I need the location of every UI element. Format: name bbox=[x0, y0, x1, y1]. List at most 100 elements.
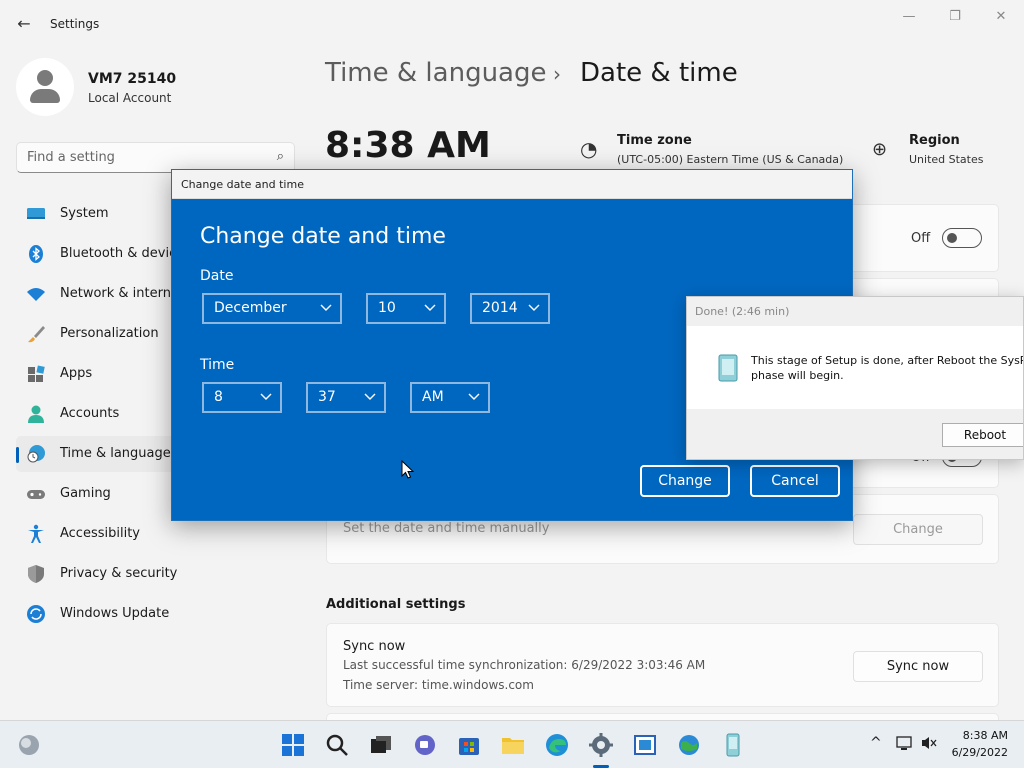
monitor-icon bbox=[27, 208, 45, 219]
page-title: Date & time bbox=[580, 58, 738, 88]
file-explorer-icon[interactable] bbox=[499, 731, 527, 759]
network-status-icon[interactable] bbox=[896, 735, 914, 751]
tray-chevron-icon[interactable]: ^ bbox=[870, 735, 882, 751]
chevron-down-icon bbox=[364, 393, 376, 400]
chat-icon[interactable] bbox=[411, 731, 439, 759]
brush-icon bbox=[28, 326, 45, 343]
setup-app-icon[interactable] bbox=[719, 731, 747, 759]
taskbar-clock-date[interactable]: 6/29/2022 bbox=[952, 746, 1008, 759]
ampm-dropdown[interactable]: AM bbox=[410, 382, 490, 413]
shield-icon bbox=[28, 565, 44, 583]
hour-value: 8 bbox=[214, 389, 223, 405]
setup-icon bbox=[718, 354, 738, 382]
avatar-head bbox=[37, 70, 53, 86]
sync-last-time: Last successful time synchronization: 6/… bbox=[343, 658, 706, 672]
clock-globe-icon bbox=[27, 445, 45, 463]
back-button[interactable]: ← bbox=[12, 12, 36, 36]
sidebar-item-label: Privacy & security bbox=[60, 566, 178, 581]
ampm-value: AM bbox=[422, 389, 444, 405]
maximize-button[interactable]: ❐ bbox=[932, 6, 978, 28]
taskbar-clock-time[interactable]: 8:38 AM bbox=[963, 729, 1008, 742]
chevron-down-icon bbox=[260, 393, 272, 400]
month-value: December bbox=[214, 300, 287, 316]
taskbar: ^ 8:38 AM 6/29/2022 bbox=[0, 720, 1024, 768]
change-button[interactable]: Change bbox=[640, 465, 730, 497]
sync-time-server: Time server: time.windows.com bbox=[343, 678, 534, 692]
sidebar-item-windows-update[interactable]: Windows Update bbox=[16, 596, 295, 632]
cancel-button[interactable]: Cancel bbox=[750, 465, 840, 497]
edge-icon[interactable] bbox=[543, 731, 571, 759]
breadcrumb-parent[interactable]: Time & language bbox=[325, 58, 546, 88]
sidebar-item-label: Time & language bbox=[60, 446, 171, 461]
bluetooth-icon bbox=[29, 245, 43, 263]
title-bar: ← Settings — ❐ ✕ bbox=[0, 0, 1024, 48]
search-icon[interactable] bbox=[323, 731, 351, 759]
year-dropdown[interactable]: 2014 bbox=[470, 293, 550, 324]
hour-dropdown[interactable]: 8 bbox=[202, 382, 282, 413]
date-label: Date bbox=[200, 268, 234, 284]
accessibility-icon bbox=[28, 524, 44, 543]
timezone-icon: ◔ bbox=[580, 137, 598, 161]
timezone-value: (UTC-05:00) Eastern Time (US & Canada) bbox=[617, 153, 844, 166]
popup-title: Done! (2:46 min) bbox=[695, 305, 790, 318]
sidebar-item-accessibility[interactable]: Accessibility bbox=[16, 516, 295, 552]
chevron-down-icon bbox=[468, 393, 480, 400]
reboot-button[interactable]: Reboot bbox=[942, 423, 1023, 447]
minimize-button[interactable]: — bbox=[886, 6, 932, 28]
popup-message: This stage of Setup is done, after Reboo… bbox=[751, 354, 1024, 382]
chevron-down-icon bbox=[528, 304, 540, 311]
sidebar-item-label: Windows Update bbox=[60, 606, 170, 621]
chevron-down-icon bbox=[320, 304, 332, 311]
month-dropdown[interactable]: December bbox=[202, 293, 342, 324]
year-value: 2014 bbox=[482, 300, 518, 316]
auto-time-toggle[interactable] bbox=[942, 228, 982, 248]
person-icon bbox=[28, 405, 44, 423]
globe-icon: ⊕ bbox=[872, 139, 888, 160]
sync-now-button[interactable]: Sync now bbox=[853, 651, 983, 682]
weather-icon[interactable] bbox=[15, 731, 43, 759]
app-title: Settings bbox=[50, 17, 100, 31]
update-icon bbox=[27, 605, 45, 623]
time-label: Time bbox=[200, 357, 235, 373]
minute-dropdown[interactable]: 37 bbox=[306, 382, 386, 413]
settings-gear-icon[interactable] bbox=[587, 731, 615, 759]
sidebar-item-label: Personalization bbox=[60, 326, 159, 341]
day-dropdown[interactable]: 10 bbox=[366, 293, 446, 324]
manual-time-label: Set the date and time manually bbox=[343, 521, 550, 536]
apps-icon bbox=[28, 365, 45, 382]
sidebar-item-label: Accessibility bbox=[60, 526, 140, 541]
gamepad-icon bbox=[27, 490, 45, 499]
start-icon[interactable] bbox=[279, 731, 307, 759]
account-type: Local Account bbox=[88, 91, 172, 105]
dialog-window-title: Change date and time bbox=[181, 178, 304, 191]
sidebar-item-label: Network & internet bbox=[60, 286, 185, 301]
account-name: VM7 25140 bbox=[88, 71, 177, 87]
day-value: 10 bbox=[378, 300, 396, 316]
wifi-icon bbox=[27, 288, 45, 301]
minute-value: 37 bbox=[318, 389, 336, 405]
sidebar-item-label: Apps bbox=[60, 366, 93, 381]
toggle-state-label: Off bbox=[911, 231, 931, 246]
mouse-cursor-icon bbox=[401, 460, 415, 479]
popup-title-bar[interactable]: Done! (2:46 min) bbox=[687, 297, 1023, 326]
search-icon: ⌕ bbox=[276, 149, 284, 164]
sidebar-item-privacy[interactable]: Privacy & security bbox=[16, 556, 295, 592]
close-button[interactable]: ✕ bbox=[978, 6, 1024, 28]
change-time-button[interactable]: Change bbox=[853, 514, 983, 545]
region-value: United States bbox=[909, 153, 984, 166]
sidebar-item-label: System bbox=[60, 206, 109, 221]
dialog-title-bar[interactable]: Change date and time bbox=[172, 170, 852, 199]
task-view-icon[interactable] bbox=[367, 731, 395, 759]
window-app-icon[interactable] bbox=[631, 731, 659, 759]
network-globe-icon[interactable] bbox=[675, 731, 703, 759]
breadcrumb-separator-icon: › bbox=[553, 62, 561, 86]
search-placeholder: Find a setting bbox=[27, 150, 115, 165]
dialog-heading: Change date and time bbox=[200, 224, 446, 249]
sync-title: Sync now bbox=[343, 639, 406, 654]
volume-muted-icon[interactable] bbox=[920, 735, 938, 751]
avatar[interactable] bbox=[16, 58, 74, 116]
sidebar-item-label: Accounts bbox=[60, 406, 120, 421]
store-icon[interactable] bbox=[455, 731, 483, 759]
toggle-knob bbox=[947, 233, 957, 243]
chevron-down-icon bbox=[424, 304, 436, 311]
